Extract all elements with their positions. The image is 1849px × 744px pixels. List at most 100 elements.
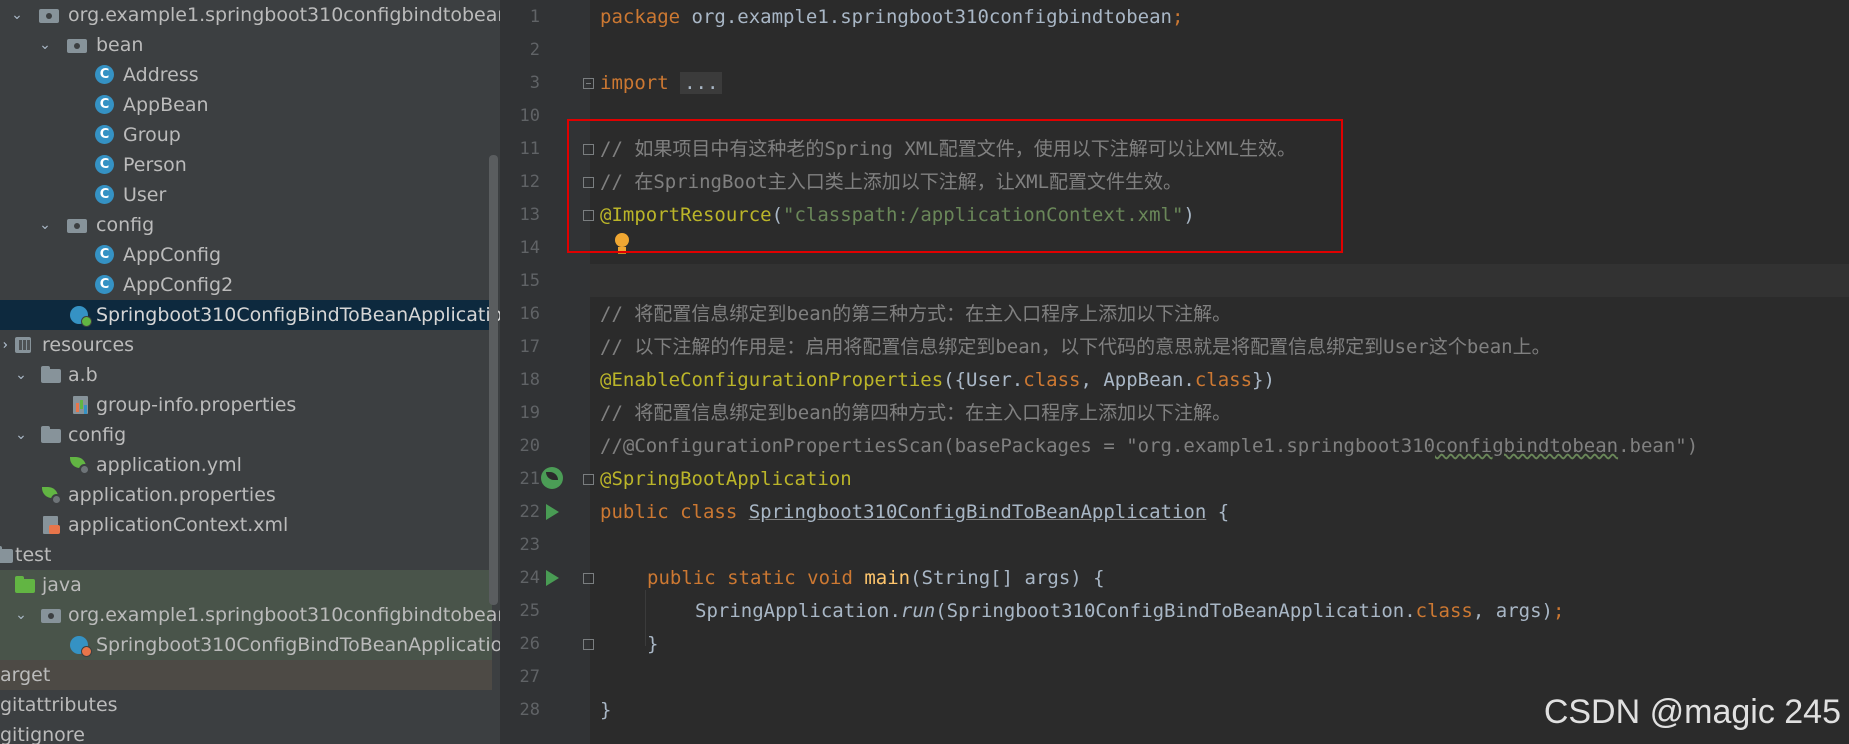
tree-item-properties-file[interactable]: application.properties <box>0 480 492 510</box>
tree-item-ab-folder[interactable]: a.b <box>0 360 492 390</box>
fold-marker-icon[interactable] <box>583 639 594 650</box>
chevron-down-icon[interactable] <box>14 428 28 442</box>
line-number: 19 <box>519 403 540 423</box>
tree-item-class[interactable]: AppConfig2 <box>0 270 492 300</box>
tree-item-file[interactable]: gitignore <box>0 720 492 744</box>
tree-item-file[interactable]: gitattributes <box>0 690 492 720</box>
code-token-text: (Springboot310ConfigBindToBeanApplicatio… <box>935 600 1416 622</box>
code-line-1[interactable]: package org.example1.springboot310config… <box>600 1 1183 34</box>
tree-scrollbar[interactable] <box>489 155 498 605</box>
tree-item-test-folder[interactable]: test <box>0 540 492 570</box>
tree-item-main-application[interactable]: Springboot310ConfigBindToBeanApplication <box>0 300 500 330</box>
class-icon <box>95 95 114 114</box>
chevron-down-icon[interactable] <box>14 608 28 622</box>
code-token-text: ({User. <box>943 369 1024 391</box>
line-number: 3 <box>529 73 540 93</box>
line-number: 12 <box>519 172 540 192</box>
spring-boot-class-icon <box>70 306 92 327</box>
chevron-right-icon[interactable] <box>0 338 10 352</box>
code-token-method-name: main <box>864 567 911 589</box>
tree-item-java-folder[interactable]: java <box>0 570 492 600</box>
code-token-keyword: public class <box>600 501 749 523</box>
tree-item-bean-folder[interactable]: bean <box>0 30 492 60</box>
run-icon[interactable] <box>546 504 559 520</box>
folder-icon <box>40 364 62 386</box>
code-token-semicolon: ; <box>1171 6 1184 28</box>
tree-item-xml-file[interactable]: applicationContext.xml <box>0 510 492 540</box>
tree-item-test-class[interactable]: Springboot310ConfigBindToBeanApplication… <box>0 630 500 660</box>
code-token-keyword: public static void <box>647 567 865 589</box>
tree-item-yml-file[interactable]: application.yml <box>0 450 492 480</box>
tree-item-package[interactable]: org.example1.springboot310configbindtobe… <box>0 600 500 630</box>
package-icon <box>66 34 88 56</box>
code-token-text: }) <box>1252 369 1275 391</box>
code-line-20[interactable]: //@ConfigurationPropertiesScan(basePacka… <box>600 430 1698 463</box>
tree-item-class[interactable]: Person <box>0 150 492 180</box>
tree-item-class[interactable]: User <box>0 180 492 210</box>
chevron-down-icon[interactable] <box>10 8 24 22</box>
fold-marker-icon[interactable] <box>583 474 594 485</box>
line-number: 2 <box>529 40 540 60</box>
code-line-25[interactable]: SpringApplication.run(Springboot310Confi… <box>695 595 1564 628</box>
line-number: 13 <box>519 205 540 225</box>
line-number: 11 <box>519 139 540 159</box>
folded-imports-placeholder[interactable]: ... <box>680 72 723 94</box>
spring-bean-gutter-icon[interactable] <box>541 467 563 489</box>
current-line-highlight <box>590 264 1849 297</box>
line-number: 24 <box>519 568 540 588</box>
line-number: 15 <box>519 271 540 291</box>
xml-file-icon <box>40 514 62 536</box>
tree-item-class[interactable]: Address <box>0 60 492 90</box>
code-token-keyword: class <box>1023 369 1081 391</box>
tree-item-package[interactable]: org.example1.springboot310configbindtobe… <box>0 0 500 30</box>
code-token-comment: .bean") <box>1618 435 1699 457</box>
line-number: 27 <box>519 667 540 687</box>
fold-marker-icon[interactable] <box>583 573 594 584</box>
code-token-keyword: import <box>600 72 669 94</box>
indent-guide <box>645 590 646 646</box>
code-line-21[interactable]: @SpringBootApplication <box>600 463 852 496</box>
run-icon[interactable] <box>546 570 559 586</box>
package-icon <box>40 604 62 626</box>
tree-item-resources-folder[interactable]: resources <box>0 330 492 360</box>
line-number: 22 <box>519 502 540 522</box>
fold-expand-icon[interactable] <box>583 78 594 89</box>
code-token-static-method: run <box>900 600 936 622</box>
tree-item-config-folder[interactable]: config <box>0 210 492 240</box>
line-number: 20 <box>519 436 540 456</box>
line-number: 21 <box>519 469 540 489</box>
code-token-keyword: class <box>1194 369 1253 391</box>
code-token-class-name: Springboot310ConfigBindToBeanApplication <box>748 501 1207 523</box>
tree-item-config-folder[interactable]: config <box>0 420 492 450</box>
class-icon <box>95 185 114 204</box>
code-line-17[interactable]: // 以下注解的作用是：启用将配置信息绑定到bean，以下代码的意思就是将配置信… <box>600 331 1551 364</box>
tree-item-target-folder[interactable]: arget <box>0 660 492 690</box>
code-line-19[interactable]: // 将配置信息绑定到bean的第四种方式：在主入口程序上添加以下注解。 <box>600 397 1231 430</box>
code-line-3[interactable]: import ... <box>600 67 723 100</box>
class-icon <box>95 65 114 84</box>
code-token-text: (String[] args) { <box>910 567 1105 589</box>
code-line-22[interactable]: public class Springboot310ConfigBindToBe… <box>600 496 1229 529</box>
tree-item-properties-file[interactable]: group-info.properties <box>0 390 492 420</box>
folder-icon <box>40 424 62 446</box>
line-number: 17 <box>519 337 540 357</box>
chevron-down-icon[interactable] <box>14 368 28 382</box>
line-number: 1 <box>529 7 540 27</box>
code-line-24[interactable]: public static void main(String[] args) { <box>647 562 1105 595</box>
code-line-26[interactable]: } <box>647 628 658 661</box>
line-number: 26 <box>519 634 540 654</box>
highlight-annotation-box <box>567 119 1343 253</box>
tree-item-class[interactable]: AppBean <box>0 90 492 120</box>
tree-item-class[interactable]: AppConfig <box>0 240 492 270</box>
class-icon <box>95 245 114 264</box>
tree-item-class[interactable]: Group <box>0 120 492 150</box>
folder-icon <box>0 544 14 566</box>
code-token-comment: //@ConfigurationPropertiesScan(basePacka… <box>600 435 1436 457</box>
test-class-icon <box>70 636 92 657</box>
code-line-28[interactable]: } <box>600 694 611 727</box>
chevron-down-icon[interactable] <box>38 218 52 232</box>
spring-config-file-icon <box>40 484 62 506</box>
code-line-18[interactable]: @EnableConfigurationProperties({User.cla… <box>600 364 1275 397</box>
chevron-down-icon[interactable] <box>38 38 52 52</box>
code-line-16[interactable]: // 将配置信息绑定到bean的第三种方式：在主入口程序上添加以下注解。 <box>600 298 1231 331</box>
